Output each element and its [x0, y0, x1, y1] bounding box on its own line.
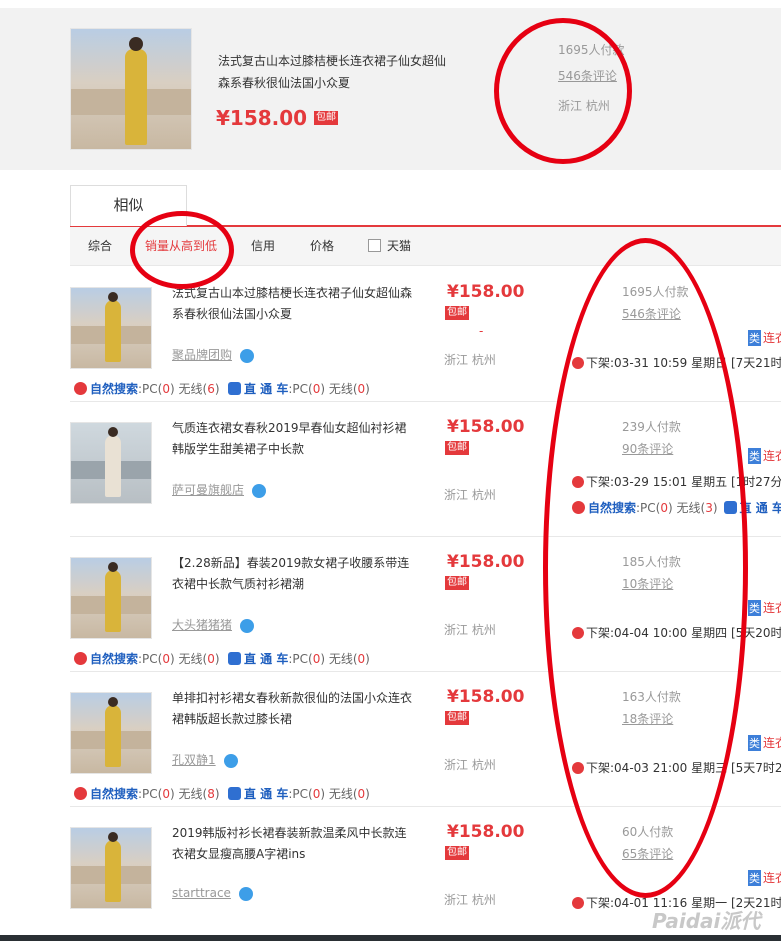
tmall-label: 天猫: [387, 239, 412, 253]
product-thumbnail[interactable]: [70, 557, 152, 639]
item-location: 浙江 杭州: [444, 488, 496, 502]
product-location: 浙江 杭州: [558, 99, 610, 113]
category-tag: 类连衣: [748, 600, 781, 616]
offshelf-time: 下架:03-31 10:59 星期日 [7天21时25: [572, 354, 781, 371]
item-location: 浙江 杭州: [444, 893, 496, 907]
item-title[interactable]: 法式复古山本过膝桔梗长连衣裙子仙女超仙森系春秋很仙法国小众夏: [172, 283, 417, 325]
category-tag: 类连衣: [748, 735, 781, 751]
wangwang-chat-icon[interactable]: [223, 753, 238, 768]
natural-search-stats: 自然搜索:PC(0) 无线(0): [74, 650, 220, 667]
item-title[interactable]: 2019韩版衬衫长裙春装新款温柔风中长款连衣裙女显瘦高腰A字裙ins: [172, 823, 417, 865]
direct-train-stats: 直 通 车:PC(0) 无线(0): [228, 650, 370, 667]
product-price: ¥158.00: [216, 106, 308, 130]
clock-icon: [572, 627, 584, 639]
current-product-card: 法式复古山本过膝桔梗长连衣裙子仙女超仙森系春秋很仙法国小众夏 ¥158.00 包…: [0, 8, 781, 170]
payers-count: 60人付款: [622, 825, 674, 839]
item-location: 浙江 杭州: [444, 353, 496, 367]
direct-train-stats: 直 通 车:PC(0) 无线(0): [228, 380, 370, 397]
clock-icon: [572, 357, 584, 369]
category-tag: 类连衣: [748, 448, 781, 464]
comments-link[interactable]: 546条评论: [622, 305, 681, 322]
shop-link[interactable]: 大头猪猪猪: [172, 616, 255, 633]
shop-link[interactable]: starttrace: [172, 886, 253, 901]
item-price: ¥158.00: [447, 687, 525, 707]
comments-link[interactable]: 10条评论: [622, 575, 673, 592]
shop-link[interactable]: 聚品牌团购: [172, 346, 255, 363]
sort-price[interactable]: 价格: [310, 227, 334, 265]
direct-train-stats: 直 通 车:PC(0) 无线(0): [228, 785, 370, 802]
shop-link[interactable]: 孔双静1: [172, 751, 238, 768]
wangwang-chat-icon[interactable]: [238, 886, 253, 901]
item-title[interactable]: 【2.28新品】春装2019款女裙子收腰系带连衣裙中长款气质衬衫裙潮: [172, 553, 417, 595]
search-source-icon: [74, 652, 87, 665]
product-thumbnail[interactable]: [70, 422, 152, 504]
shop-link[interactable]: 萨可曼旗舰店: [172, 481, 267, 498]
sort-sales-desc[interactable]: 销量从高到低: [145, 227, 217, 265]
item-location: 浙江 杭州: [444, 623, 496, 637]
search-source-icon: [74, 382, 87, 395]
free-shipping-badge: 包邮: [445, 576, 469, 590]
wangwang-chat-icon[interactable]: [252, 483, 267, 498]
comments-link[interactable]: 65条评论: [622, 845, 673, 862]
item-price: ¥158.00: [447, 282, 525, 302]
free-shipping-badge: 包邮: [445, 711, 469, 725]
price-dash: -: [479, 324, 484, 338]
clock-icon: [572, 897, 584, 909]
sort-filter-bar: 综合 销量从高到低 信用 价格 天猫: [70, 227, 781, 266]
sort-credit[interactable]: 信用: [251, 227, 275, 265]
search-source-icon: [74, 787, 87, 800]
list-item: 单排扣衬衫裙女春秋新款很仙的法国小众连衣裙韩版超长款过膝长裙 孔双静1 ¥158…: [70, 672, 781, 807]
clock-icon: [572, 476, 584, 488]
category-tag: 类连衣: [748, 870, 781, 886]
payers-count: 239人付款: [622, 420, 681, 434]
payers-count: 185人付款: [622, 555, 681, 569]
natural-search-stats: 自然搜索:PC(0) 无线(3) 直 通 车: [572, 499, 781, 516]
tab-bar: 相似: [70, 185, 781, 227]
car-icon: [228, 787, 241, 800]
tmall-checkbox[interactable]: [368, 239, 381, 252]
natural-search-stats: 自然搜索:PC(0) 无线(8): [74, 785, 220, 802]
item-price: ¥158.00: [447, 417, 525, 437]
car-icon: [228, 652, 241, 665]
wangwang-chat-icon[interactable]: [240, 618, 255, 633]
product-thumbnail[interactable]: [70, 692, 152, 774]
item-price: ¥158.00: [447, 822, 525, 842]
payers-count: 1695人付款: [558, 43, 625, 57]
free-shipping-badge: 包邮: [445, 306, 469, 320]
item-title[interactable]: 气质连衣裙女春秋2019早春仙女超仙衬衫裙韩版学生甜美裙子中长款: [172, 418, 417, 460]
car-icon: [228, 382, 241, 395]
free-shipping-badge: 包邮: [445, 846, 469, 860]
offshelf-time: 下架:04-04 10:00 星期四 [5天20时26: [572, 624, 781, 641]
item-title[interactable]: 单排扣衬衫裙女春秋新款很仙的法国小众连衣裙韩版超长款过膝长裙: [172, 688, 417, 730]
offshelf-time: 下架:04-03 21:00 星期三 [5天7时26分: [572, 759, 781, 776]
bottom-edge: [0, 935, 781, 941]
product-thumbnail[interactable]: [70, 827, 152, 909]
search-source-icon: [572, 501, 585, 514]
product-title[interactable]: 法式复古山本过膝桔梗长连衣裙子仙女超仙森系春秋很仙法国小众夏: [218, 50, 448, 94]
product-thumbnail[interactable]: [70, 287, 152, 369]
free-shipping-badge: 包邮: [445, 441, 469, 455]
sort-composite[interactable]: 综合: [88, 227, 112, 265]
comments-link[interactable]: 546条评论: [558, 67, 617, 84]
car-icon: [723, 501, 737, 514]
comments-link[interactable]: 90条评论: [622, 440, 673, 457]
list-item: 【2.28新品】春装2019款女裙子收腰系带连衣裙中长款气质衬衫裙潮 大头猪猪猪…: [70, 537, 781, 672]
list-item: 法式复古山本过膝桔梗长连衣裙子仙女超仙森系春秋很仙法国小众夏 聚品牌团购 ¥15…: [70, 267, 781, 402]
natural-search-stats: 自然搜索:PC(0) 无线(6): [74, 380, 220, 397]
list-item: 气质连衣裙女春秋2019早春仙女超仙衬衫裙韩版学生甜美裙子中长款 萨可曼旗舰店 …: [70, 402, 781, 537]
offshelf-time: 下架:03-29 15:01 星期五 [1时27分]: [572, 473, 781, 490]
payers-count: 1695人付款: [622, 285, 689, 299]
free-shipping-badge: 包邮: [314, 111, 338, 125]
filter-tmall[interactable]: 天猫: [368, 227, 411, 265]
comments-link[interactable]: 18条评论: [622, 710, 673, 727]
watermark-logo: Paidai派代: [652, 909, 761, 933]
wangwang-chat-icon[interactable]: [240, 348, 255, 363]
category-tag: 类连衣: [748, 330, 781, 346]
product-image[interactable]: [70, 28, 192, 150]
clock-icon: [572, 762, 584, 774]
tab-similar[interactable]: 相似: [70, 185, 187, 226]
payers-count: 163人付款: [622, 690, 681, 704]
item-price: ¥158.00: [447, 552, 525, 572]
item-location: 浙江 杭州: [444, 758, 496, 772]
